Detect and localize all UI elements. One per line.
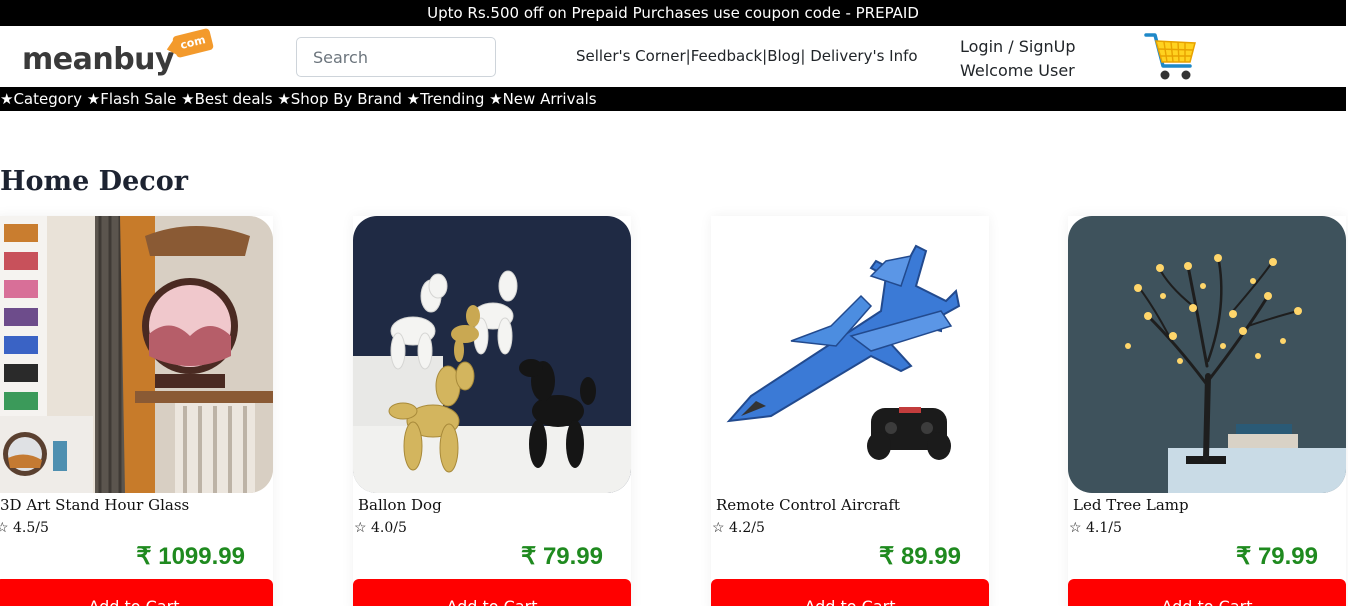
delivery-info-link[interactable]: Delivery's Info xyxy=(810,47,917,65)
product-card[interactable]: 3D Art Stand Hour Glass ☆ 4.5/5 ₹ 1099.9… xyxy=(0,216,273,606)
section-title: Home Decor xyxy=(0,166,188,197)
product-price: ₹ 79.99 xyxy=(521,543,603,570)
logo-wordmark: meanbuy xyxy=(22,42,175,77)
add-to-cart-button[interactable]: Add to Cart xyxy=(1068,579,1346,606)
product-price: ₹ 89.99 xyxy=(879,543,961,570)
nav-category[interactable]: ★Category xyxy=(0,90,82,108)
feedback-link[interactable]: Feedback| xyxy=(691,47,768,65)
nav-shop-by-brand[interactable]: ★Shop By Brand xyxy=(277,90,402,108)
product-image-led-tree-lamp[interactable] xyxy=(1068,216,1346,493)
add-to-cart-button[interactable]: Add to Cart xyxy=(0,579,273,606)
welcome-user-text: Welcome User xyxy=(960,61,1075,80)
login-signup-link[interactable]: Login / SignUp xyxy=(960,35,1076,59)
product-rating: ☆ 4.1/5 xyxy=(1069,520,1122,536)
product-image-ballon-dog[interactable] xyxy=(353,216,631,493)
product-image-hourglass[interactable] xyxy=(0,216,273,493)
product-card[interactable]: Led Tree Lamp ☆ 4.1/5 ₹ 79.99 Add to Car… xyxy=(1068,216,1346,606)
shopping-cart-icon[interactable] xyxy=(1144,32,1198,82)
promo-text: Upto Rs.500 off on Prepaid Purchases use… xyxy=(427,4,919,22)
add-to-cart-button[interactable]: Add to Cart xyxy=(353,579,631,606)
product-name[interactable]: Ballon Dog xyxy=(358,496,442,514)
product-price: ₹ 1099.99 xyxy=(136,543,245,570)
header-links: Seller's Corner|Feedback|Blog| Delivery'… xyxy=(576,47,918,65)
logo-tag: com xyxy=(171,27,215,59)
product-name[interactable]: 3D Art Stand Hour Glass xyxy=(0,496,189,514)
product-price: ₹ 79.99 xyxy=(1236,543,1318,570)
product-rating: ☆ 4.2/5 xyxy=(712,520,765,536)
nav-trending[interactable]: ★Trending xyxy=(407,90,485,108)
site-header: meanbuy com Seller's Corner|Feedback|Blo… xyxy=(0,26,1348,87)
product-card[interactable]: Ballon Dog ☆ 4.0/5 ₹ 79.99 Add to Cart xyxy=(353,216,631,606)
blog-link[interactable]: Blog| xyxy=(767,47,805,65)
product-rating: ☆ 4.5/5 xyxy=(0,520,49,536)
product-image-aircraft[interactable] xyxy=(711,216,989,493)
site-logo[interactable]: meanbuy com xyxy=(22,27,222,82)
product-card[interactable]: Remote Control Aircraft ☆ 4.2/5 ₹ 89.99 … xyxy=(711,216,989,606)
sellers-corner-link[interactable]: Seller's Corner| xyxy=(576,47,691,65)
promo-banner: Upto Rs.500 off on Prepaid Purchases use… xyxy=(0,0,1346,26)
nav-new-arrivals[interactable]: ★New Arrivals xyxy=(489,90,596,108)
search-input[interactable] xyxy=(296,37,496,77)
add-to-cart-button[interactable]: Add to Cart xyxy=(711,579,989,606)
nav-flash-sale[interactable]: ★Flash Sale xyxy=(87,90,177,108)
nav-best-deals[interactable]: ★Best deals xyxy=(181,90,272,108)
account-area: Login / SignUp Welcome User xyxy=(960,35,1076,83)
product-name[interactable]: Remote Control Aircraft xyxy=(716,496,900,514)
product-rating: ☆ 4.0/5 xyxy=(354,520,407,536)
category-nav: ★Category ★Flash Sale ★Best deals ★Shop … xyxy=(0,87,1346,111)
product-name[interactable]: Led Tree Lamp xyxy=(1073,496,1189,514)
